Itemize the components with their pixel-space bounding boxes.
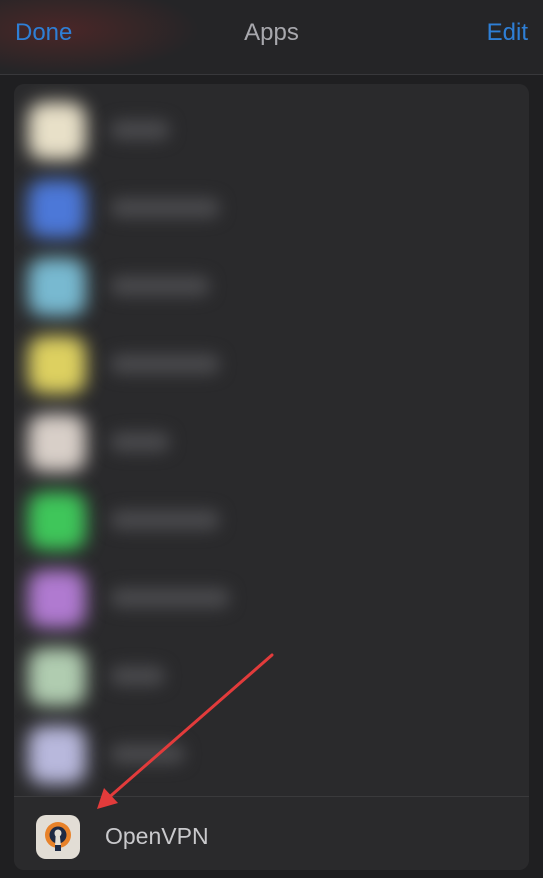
list-item[interactable] <box>14 244 529 322</box>
blurred-app-label <box>110 276 210 296</box>
list-item[interactable] <box>14 400 529 478</box>
blurred-app-icon <box>28 492 86 550</box>
list-item[interactable] <box>14 478 529 556</box>
list-item-openvpn[interactable]: OpenVPN <box>14 796 529 870</box>
apps-list: OpenVPN <box>14 84 529 870</box>
blurred-app-label <box>110 354 220 374</box>
blurred-app-label <box>110 744 185 764</box>
openvpn-logo-icon <box>36 815 80 859</box>
blurred-app-icon <box>28 258 86 316</box>
blurred-app-icon <box>28 180 86 238</box>
blurred-app-label <box>110 510 220 530</box>
list-item[interactable] <box>14 556 529 634</box>
blurred-app-label <box>110 120 170 140</box>
list-item[interactable] <box>14 88 529 166</box>
blurred-app-icon <box>28 570 86 628</box>
openvpn-label: OpenVPN <box>105 823 209 849</box>
list-item[interactable] <box>14 712 529 790</box>
navigation-bar: Done Apps Edit <box>0 0 543 75</box>
apps-screen: Done Apps Edit OpenVPN <box>0 0 543 878</box>
blurred-app-icon <box>28 414 86 472</box>
blurred-app-label <box>110 198 220 218</box>
list-item[interactable] <box>14 322 529 400</box>
list-item[interactable] <box>14 634 529 712</box>
blurred-app-label <box>110 588 230 608</box>
edit-button[interactable]: Edit <box>487 19 528 47</box>
page-title: Apps <box>244 19 299 46</box>
blurred-app-icon <box>28 726 86 784</box>
blurred-app-label <box>110 432 170 452</box>
blurred-app-icon <box>28 336 86 394</box>
blurred-app-icon <box>28 102 86 160</box>
list-item[interactable] <box>14 166 529 244</box>
blurred-app-label <box>110 666 165 686</box>
blurred-app-icon <box>28 648 86 706</box>
